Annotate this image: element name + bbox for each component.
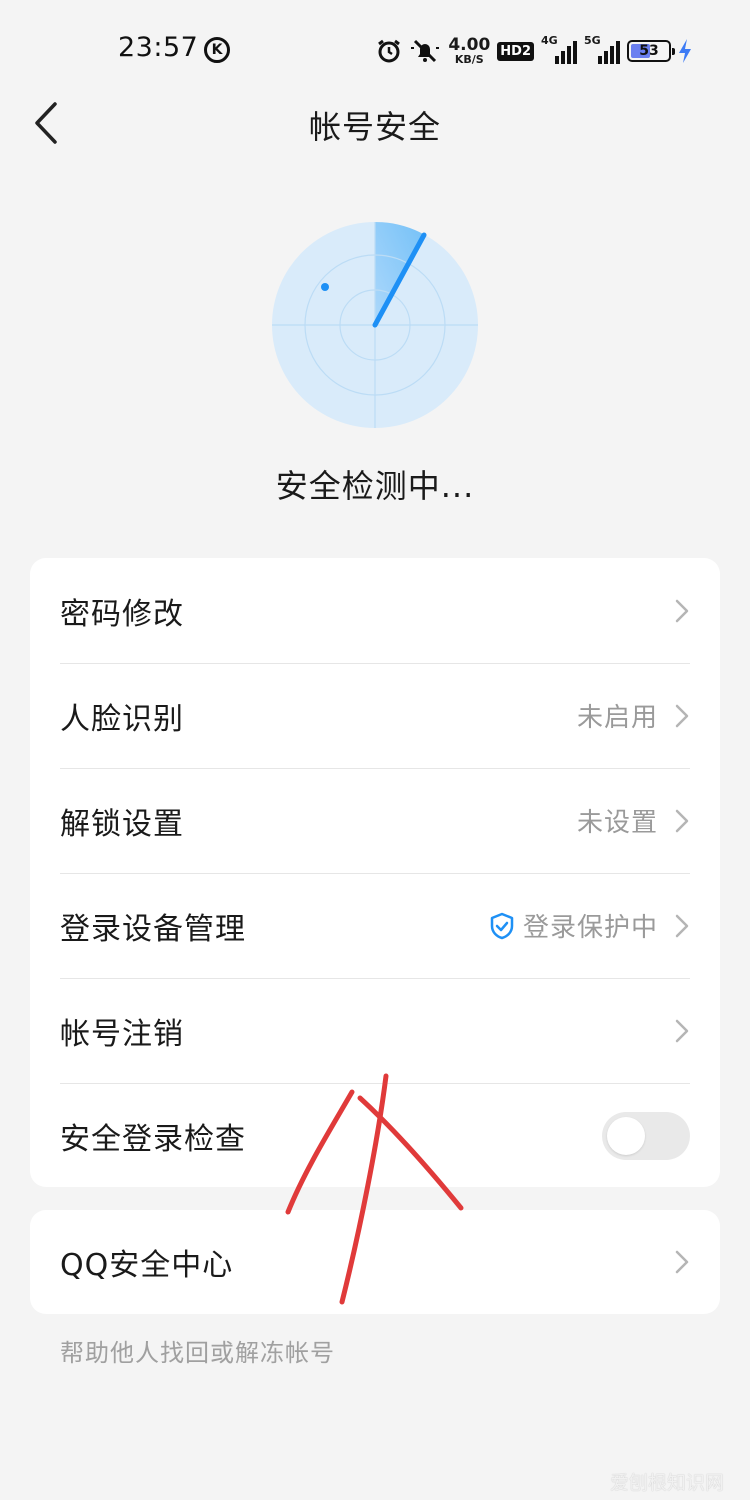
hd-badge: HD2: [497, 41, 534, 61]
settings-row-unlock[interactable]: 解锁设置 未设置: [60, 768, 690, 873]
chevron-right-icon: [674, 808, 690, 834]
sim2-label: 5G: [584, 34, 601, 47]
settings-row-safe-login-check: 安全登录检查: [60, 1083, 690, 1188]
row-value: 未设置: [576, 808, 658, 838]
status-bar: 23:57 K 4.00 KB/S HD2 4G 5G 53: [0, 0, 750, 100]
net-speed: 4.00 KB/S: [448, 35, 491, 66]
shield-check-icon: [489, 912, 515, 940]
row-label: 密码修改: [60, 596, 184, 632]
charging-icon: [678, 38, 692, 64]
chevron-right-icon: [674, 703, 690, 729]
security-settings-card: 密码修改 人脸识别 未启用 解锁设置 未设置 登录设备管理 登录保护中 帐号注销: [30, 558, 720, 1187]
settings-row-face-recognition[interactable]: 人脸识别 未启用: [60, 663, 690, 768]
battery-icon: 53: [627, 40, 675, 62]
settings-row-qq-security-center[interactable]: QQ安全中心: [60, 1210, 690, 1314]
row-label: 解锁设置: [60, 806, 184, 842]
safe-login-toggle[interactable]: [602, 1111, 690, 1160]
row-label: 登录设备管理: [60, 911, 246, 947]
row-value: 未启用: [576, 703, 658, 733]
battery-level: 53: [639, 43, 659, 59]
row-label: 人脸识别: [60, 701, 184, 737]
signal-icon: 4G: [541, 34, 577, 64]
row-value: 登录保护中: [522, 913, 658, 943]
toggle-knob: [607, 1116, 645, 1155]
row-label: 安全登录检查: [60, 1121, 246, 1157]
security-scan-radar: [270, 220, 480, 430]
settings-row-account-cancel[interactable]: 帐号注销: [60, 978, 690, 1083]
mute-icon: [409, 38, 441, 64]
alarm-icon: [376, 38, 402, 64]
watermark-text: 爱刨根知识网: [609, 1472, 724, 1494]
status-time: 23:57: [118, 32, 199, 63]
chevron-right-icon: [674, 598, 690, 624]
chevron-right-icon: [674, 1249, 690, 1275]
net-speed-unit: KB/S: [454, 53, 484, 66]
row-label: 帐号注销: [60, 1016, 184, 1052]
scan-status-text: 安全检测中...: [275, 467, 475, 505]
chevron-right-icon: [674, 1018, 690, 1044]
k-app-icon: K: [204, 37, 230, 63]
settings-row-device-management[interactable]: 登录设备管理 登录保护中: [60, 873, 690, 978]
page-title: 帐号安全: [308, 108, 441, 146]
chevron-right-icon: [674, 913, 690, 939]
sim1-label: 4G: [541, 34, 558, 47]
net-speed-value: 4.00: [448, 35, 491, 55]
qq-security-center-card: QQ安全中心: [30, 1210, 720, 1314]
status-icons: 4.00 KB/S HD2 4G 5G 53: [376, 34, 692, 68]
row-label: QQ安全中心: [60, 1248, 234, 1283]
help-others-link[interactable]: 帮助他人找回或解冻帐号: [60, 1333, 335, 1368]
settings-row-password[interactable]: 密码修改: [60, 558, 690, 663]
signal-icon-2: 5G: [584, 34, 620, 64]
